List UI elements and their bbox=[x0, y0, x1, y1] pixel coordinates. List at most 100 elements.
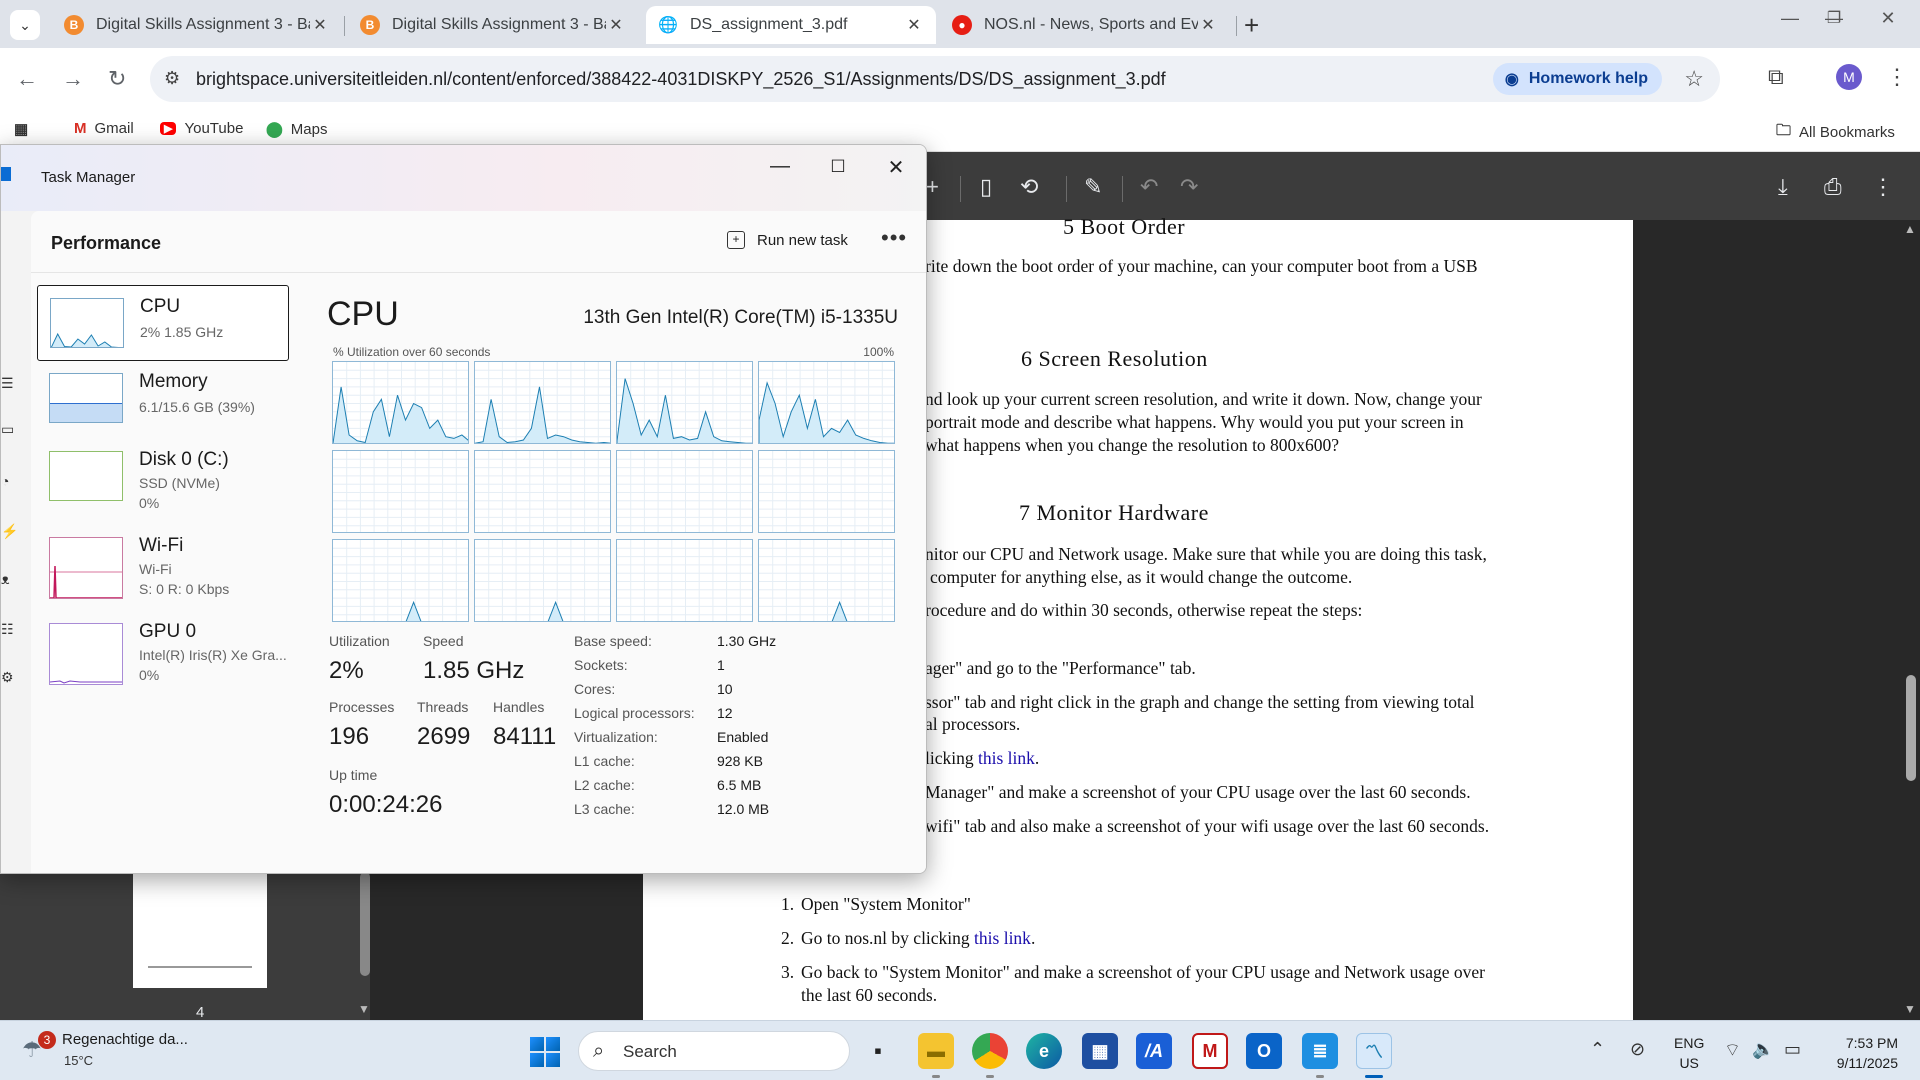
scroll-down-arrow[interactable]: ▼ bbox=[1904, 1002, 1916, 1016]
this-link[interactable]: this link bbox=[974, 928, 1031, 948]
task-view-icon[interactable]: ▪ bbox=[860, 1033, 896, 1069]
pdf-text: rite down the boot order of your machine… bbox=[925, 256, 1478, 276]
minimize-icon[interactable]: — bbox=[757, 155, 803, 178]
app-history-icon[interactable]: ◔ bbox=[1, 473, 9, 489]
address-bar[interactable]: ⚙ brightspace.universiteitleiden.nl/cont… bbox=[150, 56, 1720, 102]
all-bookmarks[interactable]: 🗀 All Bookmarks bbox=[1776, 120, 1895, 145]
thumbnail-scrollbar[interactable] bbox=[360, 872, 370, 976]
maximize-icon[interactable]: ☐ bbox=[815, 157, 861, 177]
sidebar-item-label: Wi-Fi bbox=[139, 535, 184, 556]
browser-tab[interactable]: ● NOS.nl - News, Sports and Even ✕ bbox=[940, 6, 1230, 44]
chrome-icon[interactable] bbox=[972, 1033, 1008, 1069]
more-options-icon[interactable]: ••• bbox=[881, 225, 907, 251]
bookmark-gmail[interactable]: M Gmail bbox=[74, 120, 134, 137]
services-icon[interactable]: ⚙ bbox=[1, 669, 14, 686]
file-explorer-icon[interactable]: ▬ bbox=[918, 1033, 954, 1069]
apps-grid-icon[interactable]: ▦ bbox=[14, 120, 36, 138]
tab-close-icon[interactable]: ✕ bbox=[1198, 15, 1218, 35]
sidebar-item-disk[interactable]: Disk 0 (C:) SSD (NVMe) 0% bbox=[37, 439, 289, 515]
windows-start-icon[interactable] bbox=[530, 1037, 560, 1067]
input-language[interactable]: ENG US bbox=[1674, 1033, 1704, 1073]
maps-pin-icon: ⬤ bbox=[266, 121, 283, 138]
show-hidden-icons-chevron[interactable]: ⌃ bbox=[1590, 1039, 1605, 1060]
sidebar-item-cpu[interactable]: CPU 2% 1.85 GHz bbox=[37, 285, 289, 361]
tab-close-icon[interactable]: ✕ bbox=[310, 15, 330, 35]
this-link[interactable]: this link bbox=[978, 748, 1035, 768]
logical-processor-graphs[interactable] bbox=[332, 361, 896, 625]
brightspace-icon: B bbox=[64, 15, 84, 35]
bookmark-maps[interactable]: ⬤ Maps bbox=[266, 120, 327, 139]
tab-close-icon[interactable]: ✕ bbox=[904, 15, 924, 35]
browser-tab[interactable]: B Digital Skills Assignment 3 - Bas ✕ bbox=[52, 6, 342, 44]
remote-app-icon[interactable]: /A bbox=[1136, 1033, 1172, 1069]
pdf-more-icon[interactable]: ⋮ bbox=[1872, 174, 1894, 200]
pdf-scroll-thumb[interactable] bbox=[1906, 675, 1916, 781]
homework-help-label: Homework help bbox=[1528, 70, 1648, 87]
pdf-scrollbar[interactable] bbox=[1902, 220, 1920, 1020]
performance-icon[interactable]: ▭ bbox=[1, 421, 14, 438]
close-window-icon[interactable]: ✕ bbox=[873, 155, 919, 180]
sidebar-item-gpu[interactable]: GPU 0 Intel(R) Iris(R) Xe Gra... 0% bbox=[37, 611, 289, 687]
mcafee-icon[interactable]: M bbox=[1192, 1033, 1228, 1069]
users-icon[interactable]: ᴥ bbox=[1, 571, 10, 587]
annotate-icon[interactable]: ✎ bbox=[1084, 174, 1102, 200]
disk-mini-graph bbox=[49, 451, 123, 501]
browser-tab[interactable]: B Digital Skills Assignment 3 - Bas ✕ bbox=[348, 6, 638, 44]
restore-icon[interactable]: ❐ bbox=[1814, 8, 1854, 28]
search-placeholder: Search bbox=[623, 1042, 677, 1061]
network-off-icon[interactable]: ⊘ bbox=[1630, 1039, 1645, 1060]
print-icon[interactable]: ⎙ bbox=[1824, 174, 1842, 200]
edge-icon[interactable]: e bbox=[1026, 1033, 1062, 1069]
tab-search-button[interactable]: ⌄ bbox=[10, 10, 40, 40]
bookmark-star-icon[interactable]: ☆ bbox=[1684, 66, 1704, 92]
tab-title: Digital Skills Assignment 3 - Bas bbox=[392, 16, 606, 33]
taskbar-search[interactable]: ⌕ Search bbox=[578, 1031, 850, 1071]
browser-tab-active[interactable]: 🌐 DS_assignment_3.pdf ✕ bbox=[646, 6, 936, 44]
task-manager-taskbar-icon[interactable]: 〽 bbox=[1356, 1033, 1392, 1069]
sidebar-item-detail: 2% 1.85 GHz bbox=[140, 324, 224, 340]
undo-icon[interactable]: ↶ bbox=[1140, 174, 1158, 200]
outlook-icon[interactable]: O bbox=[1246, 1033, 1282, 1069]
extensions-icon[interactable]: ⧉ bbox=[1768, 64, 1784, 90]
redo-icon[interactable]: ↷ bbox=[1180, 174, 1198, 200]
startup-apps-icon[interactable]: ⚡ bbox=[1, 523, 18, 540]
chrome-menu-icon[interactable]: ⋮ bbox=[1886, 64, 1908, 90]
page-header: Performance + Run new task ••• bbox=[31, 211, 926, 273]
tab-close-icon[interactable]: ✕ bbox=[606, 15, 626, 35]
minimize-icon[interactable]: — bbox=[1770, 8, 1810, 29]
fit-page-icon[interactable]: ▯ bbox=[980, 174, 992, 200]
task-manager-titlebar[interactable]: Task Manager — ☐ ✕ bbox=[1, 145, 926, 211]
battery-icon[interactable]: ▭ bbox=[1784, 1039, 1801, 1060]
folder-icon: 🗀 bbox=[1776, 122, 1792, 139]
notepad-icon[interactable]: ≣ bbox=[1302, 1033, 1338, 1069]
scroll-down-arrow[interactable]: ▼ bbox=[358, 1002, 370, 1016]
spec-label: L2 cache: bbox=[574, 777, 635, 793]
site-info-icon[interactable]: ⚙ bbox=[164, 68, 180, 89]
back-icon[interactable]: ← bbox=[16, 66, 38, 92]
close-window-icon[interactable]: ✕ bbox=[1868, 8, 1908, 29]
new-tab-button[interactable]: + bbox=[1244, 10, 1259, 41]
details-icon[interactable]: ☷ bbox=[1, 621, 14, 638]
profile-avatar[interactable]: M bbox=[1836, 64, 1862, 90]
rotate-icon[interactable]: ⟲ bbox=[1020, 174, 1038, 200]
forward-icon[interactable]: → bbox=[62, 66, 84, 92]
page-thumbnail[interactable] bbox=[133, 872, 267, 988]
download-icon[interactable]: ⤓ bbox=[1778, 174, 1788, 200]
wifi-icon[interactable]: ⌔ bbox=[1724, 1039, 1741, 1062]
cpu-mini-graph bbox=[50, 298, 124, 348]
processes-icon[interactable]: ☰ bbox=[1, 375, 14, 392]
scroll-up-arrow[interactable]: ▲ bbox=[1904, 222, 1916, 236]
bookmark-youtube[interactable]: ▶ YouTube bbox=[160, 120, 243, 137]
volume-icon[interactable]: 🔈 bbox=[1752, 1039, 1774, 1060]
weather-description[interactable]: Regenachtige da... bbox=[62, 1031, 188, 1048]
reload-icon[interactable]: ↻ bbox=[108, 66, 126, 92]
zoom-in-icon[interactable]: + bbox=[926, 174, 939, 200]
sidebar-item-wifi[interactable]: Wi-Fi Wi-Fi S: 0 R: 0 Kbps bbox=[37, 525, 289, 601]
homework-help-button[interactable]: ◉ Homework help bbox=[1492, 63, 1662, 95]
sidebar-item-memory[interactable]: Memory 6.1/15.6 GB (39%) bbox=[37, 361, 289, 437]
system-clock[interactable]: 7:53 PM 9/11/2025 bbox=[1822, 1033, 1898, 1073]
spec-label: L1 cache: bbox=[574, 753, 635, 769]
microsoft-store-icon[interactable]: ▦ bbox=[1082, 1033, 1118, 1069]
url-text[interactable]: brightspace.universiteitleiden.nl/conten… bbox=[196, 69, 1166, 90]
run-new-task-button[interactable]: + Run new task bbox=[727, 231, 848, 249]
